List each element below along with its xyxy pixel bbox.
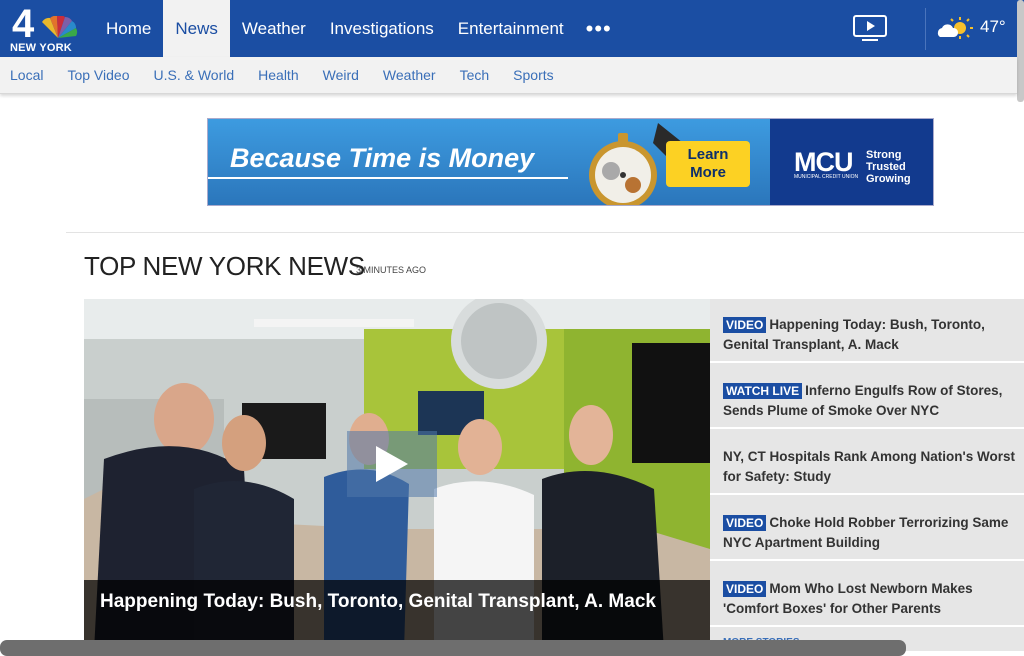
nav-weather[interactable]: Weather (230, 0, 318, 57)
story-item[interactable]: NY, CT Hospitals Rank Among Nation's Wor… (710, 431, 1024, 495)
top-navigation-bar: 4 NEW YORK Home News Weather Investigati… (0, 0, 1024, 57)
tagline-strong: Strong (866, 149, 902, 161)
ad-slogan: Because Time is Money (230, 143, 535, 173)
mcu-subtitle: MUNICIPAL CREDIT UNION (794, 174, 859, 180)
subnav-us-world[interactable]: U.S. & World (153, 57, 234, 94)
nav-home[interactable]: Home (94, 0, 163, 57)
subnav-local[interactable]: Local (10, 57, 43, 94)
story-item[interactable]: WATCH LIVE Inferno Engulfs Row of Stores,… (710, 365, 1024, 429)
ad-right-panel: MCU MUNICIPAL CREDIT UNION Strong Truste… (770, 119, 933, 205)
ad-underline (208, 177, 568, 179)
ellipsis-icon[interactable]: ••• (576, 0, 622, 57)
story-text[interactable]: WATCH LIVE Inferno Engulfs Row of Stores,… (723, 381, 1024, 421)
story-text[interactable]: VIDEO Happening Today: Bush, Toronto, Gen… (723, 315, 1024, 355)
story-text[interactable]: VIDEO Choke Hold Robber Terrorizing Same … (723, 513, 1024, 553)
tagline-trusted: Trusted (866, 161, 906, 173)
story-item[interactable]: VIDEO Happening Today: Bush, Toronto, Gen… (710, 299, 1024, 363)
sub-nav: Local Top Video U.S. & World Health Weir… (10, 57, 578, 94)
logo-city: NEW YORK (10, 42, 72, 54)
hero-headline[interactable]: Happening Today: Bush, Toronto, Genital … (100, 590, 690, 613)
story-text[interactable]: VIDEO Mom Who Lost Newborn Makes 'Comfort… (723, 579, 1024, 619)
top-stories-list: VIDEO Happening Today: Bush, Toronto, Gen… (710, 299, 1024, 651)
subnav-tech[interactable]: Tech (460, 57, 490, 94)
video-player-icon[interactable] (852, 14, 888, 42)
subnav-health[interactable]: Health (258, 57, 298, 94)
section-updated-time: 3 MINUTES AGO (356, 265, 427, 275)
subnav-weird[interactable]: Weird (323, 57, 359, 94)
sub-navigation-bar: Local Top Video U.S. & World Health Weir… (0, 57, 1017, 94)
story-item[interactable]: VIDEO Choke Hold Robber Terrorizing Same … (710, 497, 1024, 561)
main-nav: Home News Weather Investigations Enterta… (94, 0, 622, 57)
play-icon (376, 446, 408, 482)
tagline-growing: Growing (866, 173, 911, 185)
story-headline[interactable]: NY, CT Hospitals Rank Among Nation's Wor… (723, 449, 1015, 484)
section-title: TOP NEW YORK NEWS (84, 251, 365, 281)
nbc-new-york-logo[interactable]: 4 NEW YORK (8, 2, 82, 54)
peacock-icon (42, 16, 78, 38)
learn-more-line1: Learn (687, 146, 729, 163)
nav-investigations[interactable]: Investigations (318, 0, 446, 57)
mcu-tagline: Strong Trusted Growing (866, 149, 911, 185)
video-badge: VIDEO (723, 515, 767, 531)
horizontal-scrollbar[interactable] (0, 640, 906, 656)
video-badge: VIDEO (723, 581, 767, 597)
nav-news[interactable]: News (163, 0, 230, 57)
mcu-banner-ad[interactable]: Because Time is Money Learn More MCU MUN… (207, 118, 934, 206)
learn-more-button[interactable]: Learn More (666, 141, 750, 187)
current-temperature[interactable]: 47° (980, 17, 1006, 37)
learn-more-line2: More (690, 164, 726, 181)
subnav-top-video[interactable]: Top Video (67, 57, 129, 94)
nav-entertainment[interactable]: Entertainment (446, 0, 576, 57)
nav-separator (925, 8, 926, 50)
hero-video[interactable]: Happening Today: Bush, Toronto, Genital … (84, 299, 710, 651)
section-divider (66, 232, 1024, 233)
subnav-sports[interactable]: Sports (513, 57, 553, 94)
partly-cloudy-icon[interactable] (936, 15, 974, 43)
story-text[interactable]: NY, CT Hospitals Rank Among Nation's Wor… (723, 447, 1024, 487)
video-badge: VIDEO (723, 317, 767, 333)
logo-number: 4 (12, 2, 34, 46)
subnav-weather[interactable]: Weather (383, 57, 436, 94)
vertical-scrollbar[interactable] (1017, 0, 1024, 102)
play-button[interactable] (347, 431, 437, 497)
watch-live-badge: WATCH LIVE (723, 383, 803, 399)
story-item[interactable]: VIDEO Mom Who Lost Newborn Makes 'Comfort… (710, 563, 1024, 627)
